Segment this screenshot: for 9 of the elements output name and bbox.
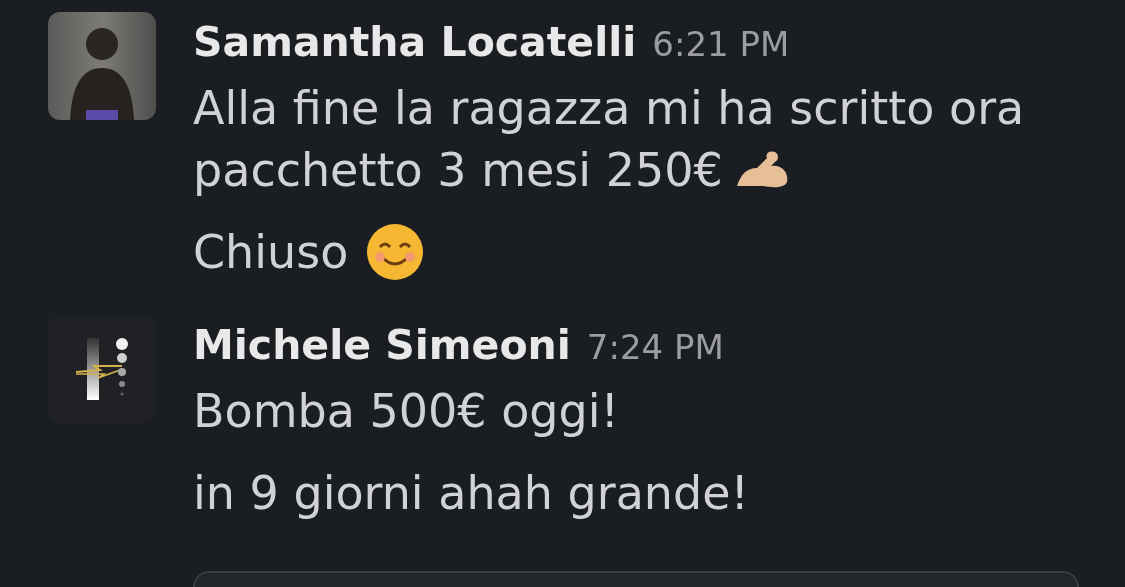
author-name[interactable]: Samantha Locatelli	[193, 20, 637, 64]
message-text: Bomba 500€ oggi!	[193, 383, 619, 440]
author-name[interactable]: Michele Simeoni	[193, 323, 571, 367]
message-text: Alla fine la ragazza mi ha scritto ora	[193, 80, 1025, 137]
message-text: Chiuso	[193, 224, 349, 281]
message-text: pacchetto 3 mesi 250€	[193, 142, 723, 199]
message-time[interactable]: 6:21 PM	[652, 22, 790, 66]
message-time[interactable]: 7:24 PM	[586, 325, 724, 369]
message-text: in 9 giorni ahah grande!	[193, 465, 749, 522]
